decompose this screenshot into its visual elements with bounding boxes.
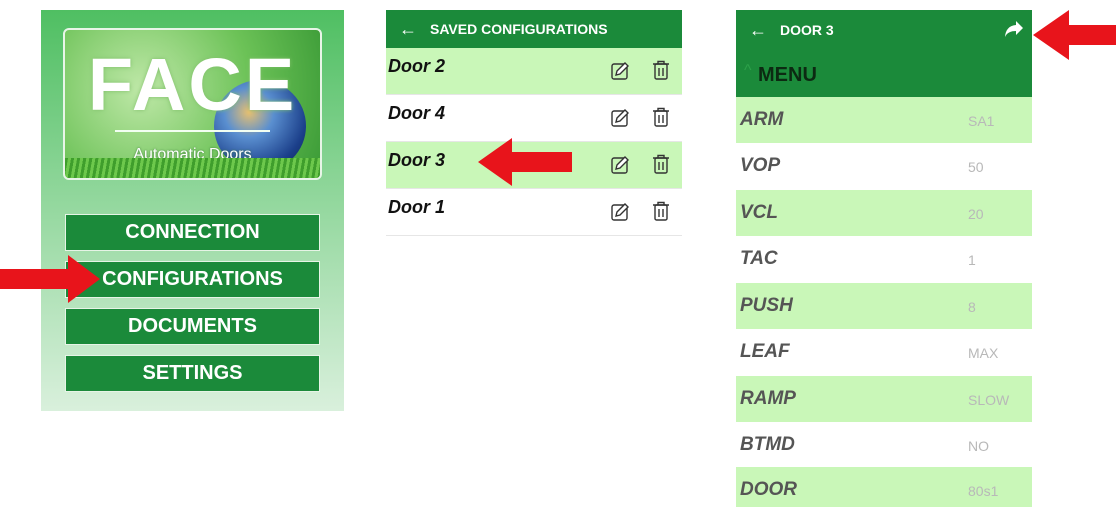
menu-section-header[interactable]: ^ MENU: [736, 50, 1032, 97]
connection-button[interactable]: CONNECTION: [65, 214, 320, 251]
red-arrow-icon: [0, 255, 100, 303]
red-arrow-icon: [478, 138, 572, 186]
config-name: Door 4: [388, 103, 446, 123]
param-name: BTMD: [740, 434, 795, 455]
logo-divider: [115, 130, 270, 132]
app-bar: ← DOOR 3: [736, 10, 1032, 50]
grass-graphic: [65, 158, 320, 178]
param-row-vcl[interactable]: VCL 20: [736, 190, 1032, 236]
page-title: DOOR 3: [780, 22, 834, 38]
config-name: Door 1: [388, 197, 446, 217]
share-arrow-icon[interactable]: [1004, 20, 1024, 38]
logo-word: FACE: [87, 43, 298, 126]
param-row-vop[interactable]: VOP 50: [736, 143, 1032, 189]
config-row-door-4[interactable]: Door 4: [386, 95, 682, 142]
param-row-leaf[interactable]: LEAF MAX: [736, 329, 1032, 375]
param-row-ramp[interactable]: RAMP SLOW: [736, 376, 1032, 422]
param-value: SLOW: [968, 392, 1010, 408]
param-name: ARM: [740, 109, 784, 130]
config-name: Door 3: [388, 150, 446, 170]
param-row-btmd[interactable]: BTMD NO: [736, 422, 1032, 468]
param-row-door[interactable]: DOOR 80s1: [736, 467, 1032, 507]
param-value: 80s1: [968, 483, 999, 499]
back-arrow-icon[interactable]: ←: [386, 19, 430, 40]
home-screen: FACE Automatic Doors CONNECTION CONFIGUR…: [41, 10, 344, 411]
param-row-tac[interactable]: TAC 1: [736, 236, 1032, 282]
param-value: 20: [968, 206, 984, 222]
pencil-edit-icon[interactable]: [610, 202, 630, 222]
param-name: VCL: [740, 202, 778, 223]
param-name: DOOR: [740, 479, 797, 500]
param-name: RAMP: [740, 388, 796, 409]
trash-icon[interactable]: [652, 107, 670, 128]
back-arrow-icon[interactable]: ←: [736, 20, 780, 41]
param-value: 8: [968, 299, 976, 315]
param-value: 50: [968, 159, 984, 175]
page-title: SAVED CONFIGURATIONS: [430, 21, 608, 37]
param-name: LEAF: [740, 341, 790, 362]
param-value: NO: [968, 438, 989, 454]
config-row-door-2[interactable]: Door 2: [386, 48, 682, 95]
pencil-edit-icon[interactable]: [610, 61, 630, 81]
config-name: Door 2: [388, 56, 446, 76]
param-name: TAC: [740, 248, 778, 269]
param-name: PUSH: [740, 295, 793, 316]
door-detail-screen: ← DOOR 3 ^ MENU ARM SA1 VOP 50 VCL 20 TA…: [736, 10, 1032, 509]
saved-configurations-screen: ← SAVED CONFIGURATIONS Door 2 Door 4 Doo…: [386, 10, 682, 236]
app-bar: ← SAVED CONFIGURATIONS: [386, 10, 682, 48]
param-row-push[interactable]: PUSH 8: [736, 283, 1032, 329]
trash-icon[interactable]: [652, 154, 670, 175]
pencil-edit-icon[interactable]: [610, 155, 630, 175]
param-value: SA1: [968, 113, 995, 129]
menu-label: MENU: [758, 64, 817, 86]
configurations-button[interactable]: CONFIGURATIONS: [65, 261, 320, 298]
face-logo: FACE Automatic Doors: [63, 28, 322, 180]
trash-icon[interactable]: [652, 60, 670, 81]
param-value: 1: [968, 252, 976, 268]
chevron-up-icon: ^: [744, 62, 752, 79]
trash-icon[interactable]: [652, 201, 670, 222]
settings-button[interactable]: SETTINGS: [65, 355, 320, 392]
pencil-edit-icon[interactable]: [610, 108, 630, 128]
red-arrow-icon: [1033, 10, 1116, 60]
documents-button[interactable]: DOCUMENTS: [65, 308, 320, 345]
param-row-arm[interactable]: ARM SA1: [736, 97, 1032, 143]
param-name: VOP: [740, 155, 781, 176]
param-value: MAX: [968, 345, 999, 361]
config-row-door-1[interactable]: Door 1: [386, 189, 682, 236]
